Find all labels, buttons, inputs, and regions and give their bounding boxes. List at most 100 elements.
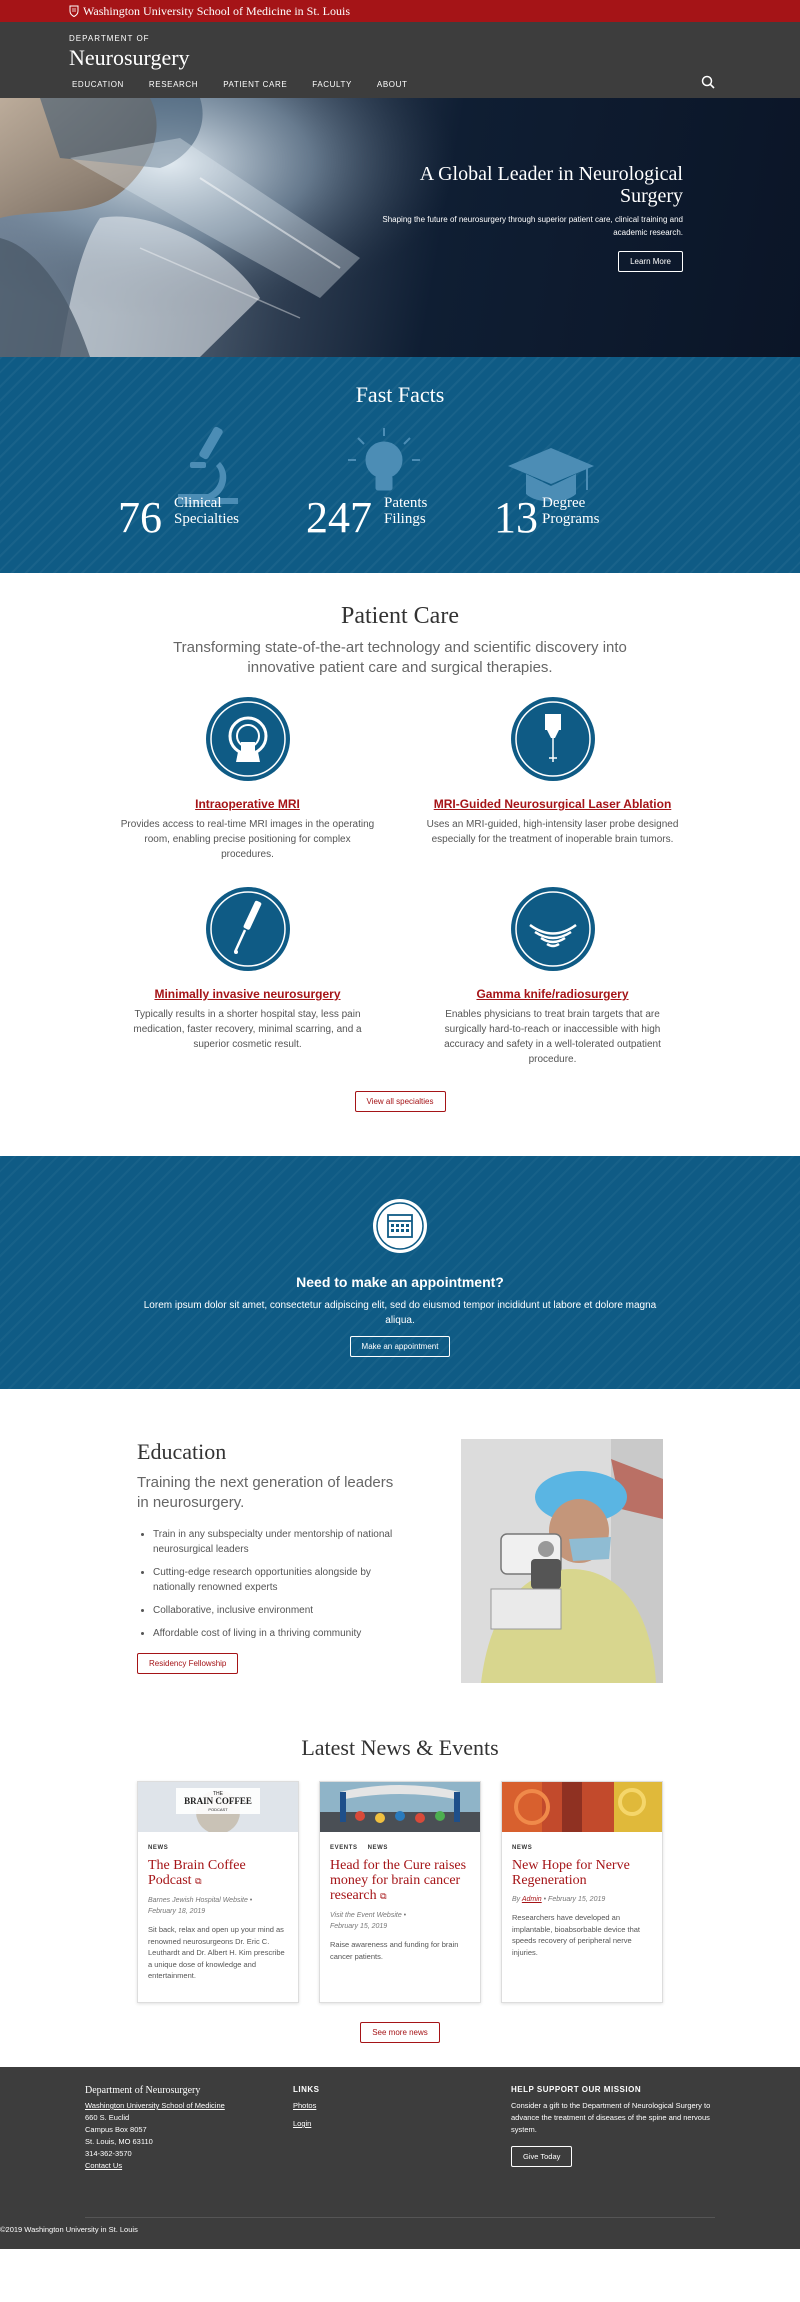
news-meta: Visit the Event Website • February 15, 20… <box>330 1912 407 1930</box>
patient-care-section: Patient Care Transforming state-of-the-a… <box>0 573 800 1156</box>
fast-facts-section: Fast Facts 76 Clinical Specialties 247 P… <box>0 357 800 573</box>
learn-more-button[interactable]: Learn More <box>618 251 683 272</box>
news-card[interactable]: EVENTS NEWS Head for the Cure raises mon… <box>319 1781 481 2003</box>
care-item-intraoperative-mri: Intraoperative MRI Provides access to re… <box>120 696 375 862</box>
main-nav: EDUCATION RESEARCH PATIENT CARE FACULTY … <box>69 80 765 89</box>
brain-coffee-thumbnail: THE BRAIN COFFEE PODCAST <box>138 1782 298 1834</box>
hero-title: A Global Leader in Neurological Surgery <box>419 163 683 207</box>
university-logo[interactable]: Washington University School of Medicine… <box>69 4 350 19</box>
department-title[interactable]: Neurosurgery <box>69 45 765 71</box>
care-link[interactable]: Minimally invasive neurosurgery <box>120 987 375 1001</box>
external-link-icon: ⧉ <box>380 1891 387 1901</box>
fast-facts-title: Fast Facts <box>355 382 445 407</box>
care-item-gamma-knife: Gamma knife/radiosurgery Enables physici… <box>425 886 680 1067</box>
nav-research[interactable]: RESEARCH <box>149 80 198 89</box>
list-item: Train in any subspecialty under mentorsh… <box>153 1527 407 1557</box>
news-section: Latest News & Events THE BRAIN COFFEE PO… <box>0 1727 800 2043</box>
hero-banner: A Global Leader in Neurological Surgery … <box>0 98 800 357</box>
fact-label: Degree Programs <box>542 495 600 527</box>
news-tag: EVENTS <box>330 1845 358 1851</box>
appointment-text: Lorem ipsum dolor sit amet, consectetur … <box>143 1300 657 1326</box>
nav-about[interactable]: ABOUT <box>377 80 408 89</box>
news-headline[interactable]: Head for the Cure raises money for brain… <box>330 1858 470 1904</box>
care-description: Enables physicians to treat brain target… <box>444 1009 661 1065</box>
view-all-specialties-button[interactable]: View all specialties <box>354 1091 446 1112</box>
see-more-news-button[interactable]: See more news <box>360 2022 440 2043</box>
care-link[interactable]: Intraoperative MRI <box>120 797 375 811</box>
footer-school-link[interactable]: Washington University School of Medicine <box>85 2100 293 2112</box>
footer-address: St. Louis, MO 63110 <box>85 2137 153 2146</box>
patient-care-title: Patient Care <box>341 603 459 629</box>
footer-phone: 314-362-3570 <box>85 2149 132 2158</box>
footer-support-heading: HELP SUPPORT OUR MISSION <box>511 2085 642 2094</box>
education-title: Education <box>137 1439 227 1464</box>
news-summary: Sit back, relax and open up your mind as… <box>148 1925 285 1980</box>
department-label: DEPARTMENT OF <box>69 34 150 43</box>
footer-contact-link[interactable]: Contact Us <box>85 2160 293 2172</box>
news-headline[interactable]: The Brain Coffee Podcast ⧉ <box>148 1858 288 1889</box>
list-item: Affordable cost of living in a thriving … <box>153 1626 407 1641</box>
footer-address: Campus Box 8057 <box>85 2125 147 2134</box>
care-description: Provides access to real-time MRI images … <box>120 819 375 860</box>
footer-links: LINKS Photos Login <box>293 2085 511 2172</box>
education-section: Education Training the next generation o… <box>0 1389 800 1727</box>
footer-link-photos[interactable]: Photos <box>293 2100 511 2112</box>
footer-link-login[interactable]: Login <box>293 2118 511 2130</box>
fact-specialties: 76 Clinical Specialties <box>118 424 306 542</box>
make-appointment-button[interactable]: Make an appointment <box>349 1336 451 1357</box>
footer-divider <box>85 2217 715 2218</box>
fact-programs: 13 Degree Programs <box>494 424 682 542</box>
nav-faculty[interactable]: FACULTY <box>312 80 352 89</box>
footer-contact: Department of Neurosurgery Washington Un… <box>85 2085 293 2172</box>
care-description: Uses an MRI-guided, high-intensity laser… <box>426 819 679 845</box>
calendar-icon <box>373 1199 427 1253</box>
news-tag: NEWS <box>148 1845 169 1851</box>
mri-scanner-icon <box>205 697 290 781</box>
author-link[interactable]: Admin <box>522 1896 542 1903</box>
news-headline[interactable]: New Hope for Nerve Regeneration <box>512 1858 652 1888</box>
thumb-label: BRAIN COFFEE <box>184 1796 252 1806</box>
education-bullet-list: Train in any subspecialty under mentorsh… <box>137 1527 407 1641</box>
fact-label: Patents Filings <box>384 495 428 527</box>
care-link[interactable]: MRI-Guided Neurosurgical Laser Ablation <box>425 797 680 811</box>
patient-care-subtitle: Transforming state-of-the-art technology… <box>173 639 627 676</box>
scalpel-icon <box>205 887 290 971</box>
give-today-button[interactable]: Give Today <box>511 2146 573 2167</box>
care-item-laser-ablation: MRI-Guided Neurosurgical Laser Ablation … <box>425 696 680 862</box>
nerve-regeneration-thumbnail <box>502 1782 662 1832</box>
news-card[interactable]: NEWS New Hope for Nerve Regeneration By … <box>501 1781 663 2003</box>
news-tag: NEWS <box>512 1845 533 1851</box>
nav-education[interactable]: EDUCATION <box>72 80 124 89</box>
education-subtitle: Training the next generation of leaders … <box>137 1474 394 1511</box>
care-description: Typically results in a shorter hospital … <box>133 1009 362 1050</box>
hero-subtitle: Shaping the future of neurosurgery throu… <box>382 215 683 237</box>
search-icon[interactable] <box>701 75 715 89</box>
news-summary: Raise awareness and funding for brain ca… <box>330 1940 459 1961</box>
care-link[interactable]: Gamma knife/radiosurgery <box>425 987 680 1001</box>
footer-address: 660 S. Euclid <box>85 2113 130 2122</box>
hero-text: A Global Leader in Neurological Surgery … <box>353 163 683 272</box>
university-name: Washington University School of Medicine… <box>83 3 351 18</box>
department-header: DEPARTMENT OF Neurosurgery EDUCATION RES… <box>0 22 800 98</box>
nav-patient-care[interactable]: PATIENT CARE <box>223 80 287 89</box>
external-link-icon: ⧉ <box>195 1876 202 1886</box>
care-item-minimally-invasive: Minimally invasive neurosurgery Typicall… <box>120 886 375 1067</box>
footer-support: HELP SUPPORT OUR MISSION Consider a gift… <box>511 2085 711 2172</box>
news-title: Latest News & Events <box>301 1735 499 1760</box>
list-item: Collaborative, inclusive environment <box>153 1603 407 1618</box>
thumb-label: PODCAST <box>208 1807 228 1812</box>
radiation-waves-icon <box>510 887 595 971</box>
fact-number: 76 <box>118 493 162 542</box>
appointment-section: Need to make an appointment? Lorem ipsum… <box>0 1156 800 1389</box>
footer-support-text: Consider a gift to the Department of Neu… <box>511 2101 711 2134</box>
education-photo <box>461 1439 663 1683</box>
footer-copyright: ©2019 Washington University in St. Louis <box>0 2225 138 2234</box>
news-card[interactable]: THE BRAIN COFFEE PODCAST NEWS The Brain … <box>137 1781 299 2003</box>
fact-patents: 247 Patents Filings <box>306 424 494 542</box>
university-shield-icon <box>69 5 79 17</box>
footer: Department of Neurosurgery Washington Un… <box>0 2067 800 2249</box>
residency-fellowship-button[interactable]: Residency Fellowship <box>137 1653 239 1674</box>
news-meta: Barnes Jewish Hospital Website • February… <box>148 1897 253 1915</box>
list-item: Cutting-edge research opportunities alon… <box>153 1565 407 1595</box>
footer-dept-name: Department of Neurosurgery <box>85 2085 201 2096</box>
